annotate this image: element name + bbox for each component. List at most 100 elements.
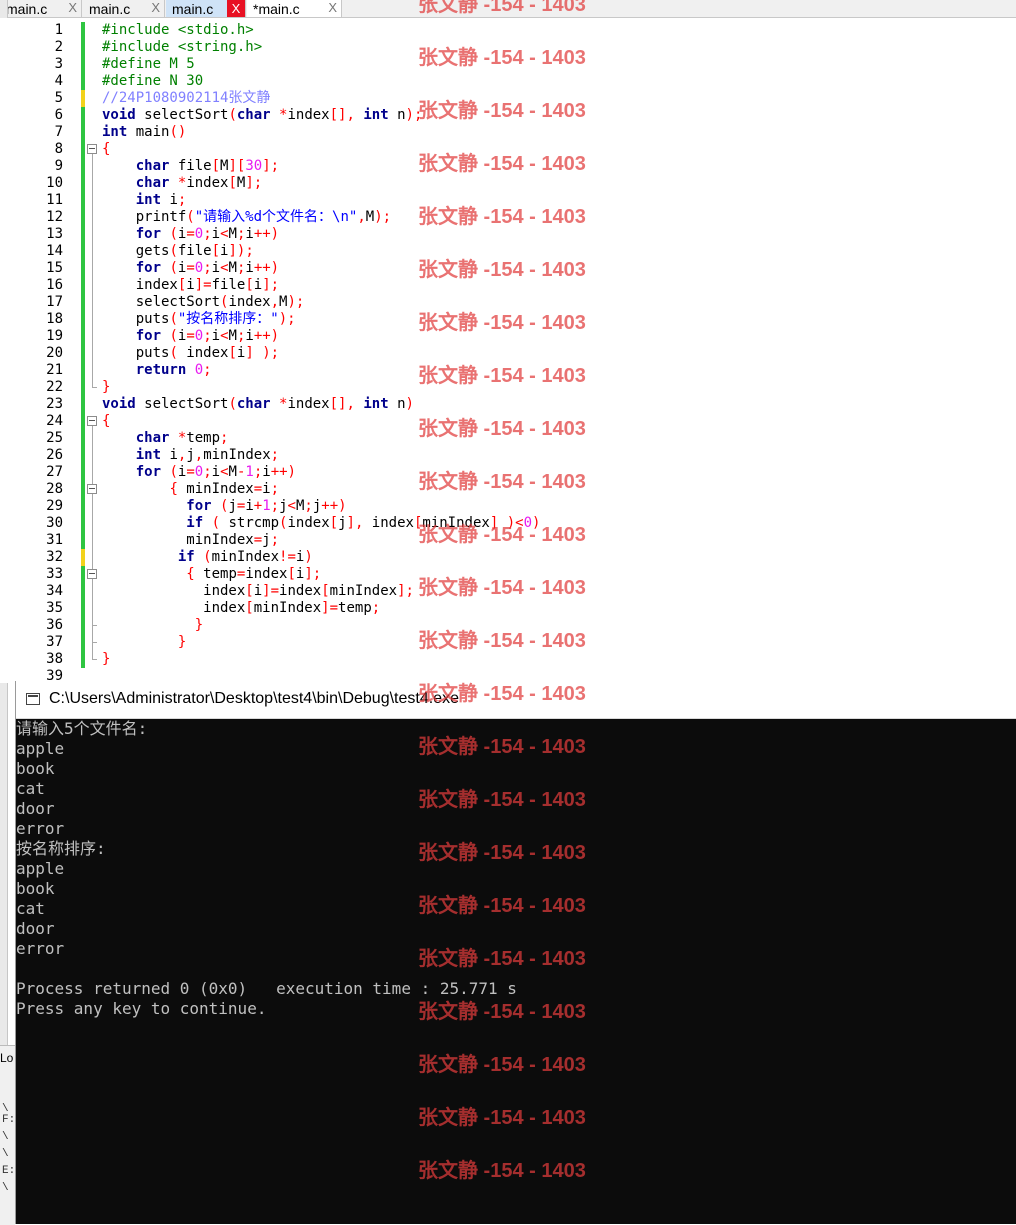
change-marker [81,39,85,56]
change-marker [81,175,85,192]
close-icon[interactable]: X [328,0,337,15]
code-line[interactable]: 23 void selectSort(char *index[], int n) [0,396,1016,413]
code-text: } [102,651,111,667]
change-marker [81,481,85,498]
code-text: selectSort(index,M); [102,294,305,310]
code-text: int main() [102,124,187,140]
line-number: 19 [46,328,63,344]
watermark-text: 张文静 -154 - 1403 [418,948,586,970]
fold-toggle-icon[interactable] [87,416,97,426]
watermark-text: 张文静 -154 - 1403 [418,1001,586,1023]
watermark-text: 张文静 -154 - 1403 [418,736,586,758]
line-number: 37 [46,634,63,650]
log-line: \ [2,1148,9,1160]
line-number: 30 [46,515,63,531]
change-marker [81,549,85,566]
code-text: char *index[M]; [135,175,263,191]
fold-guide [92,154,93,388]
change-marker [81,600,85,617]
change-marker [81,209,85,226]
tab-main-c-3[interactable]: main.c X [166,0,246,17]
line-number: 5 [54,90,63,106]
code-line[interactable]: 38} [0,651,1016,668]
line-number: 22 [46,379,63,395]
change-marker [81,226,85,243]
watermark-text: 张文静 -154 - 1403 [418,365,586,387]
tab-main-c-2[interactable]: main.c X [83,0,165,17]
tab-label: main.c [89,0,131,17]
change-marker [81,362,85,379]
watermark-text: 张文静 -154 - 1403 [418,1160,586,1182]
code-text: index[i]=index[minIndex]; [102,583,414,599]
log-line: \ [2,1182,9,1194]
code-text: int i; [135,192,187,208]
line-number: 36 [46,617,63,633]
code-text: } [194,617,204,633]
watermark-text: 张文静 -154 - 1403 [418,418,586,440]
line-number: 38 [46,651,63,667]
code-line[interactable]: 35 index[minIndex]=temp; [0,600,1016,617]
watermark-text: 张文静 -154 - 1403 [418,1107,586,1129]
line-number: 33 [46,566,63,582]
close-icon[interactable]: X [68,0,77,15]
logs-tab[interactable]: Lo [0,1051,13,1065]
console-window-icon [26,693,40,705]
change-marker [81,498,85,515]
watermark-text: 张文静 -154 - 1403 [418,312,586,334]
tab-main-c-1[interactable]: main.c X [0,0,82,17]
code-line[interactable]: 32 if (minIndex!=i) [0,549,1016,566]
watermark-text: 张文静 -154 - 1403 [418,842,586,864]
code-text: #define N 30 [102,73,204,89]
fold-end [92,659,97,660]
fold-toggle-icon[interactable] [87,144,97,154]
tab-label: main.c [6,0,48,17]
line-number: 1 [54,22,63,38]
close-icon[interactable]: X [227,0,245,17]
code-text: } [102,379,111,395]
change-marker [81,192,85,209]
tab-label: *main.c [253,0,300,17]
code-text: { [102,141,111,157]
change-marker [81,447,85,464]
line-number: 17 [46,294,63,310]
change-marker [81,243,85,260]
watermark-text: 张文静 -154 - 1403 [418,577,586,599]
change-marker [81,107,85,124]
log-line: F: [2,1114,16,1126]
code-line[interactable]: 1 #include <stdio.h> [0,22,1016,39]
code-text: int i,j,minIndex; [135,447,280,463]
line-number: 8 [54,141,63,157]
log-line: \ [2,1131,9,1143]
watermark-text: 张文静 -154 - 1403 [418,683,586,705]
code-line[interactable]: 26 int i,j,minIndex; [0,447,1016,464]
code-text: for (j=i+1;j<M;j++) [186,498,347,514]
line-number: 6 [54,107,63,123]
code-text: index[minIndex]=temp; [102,600,381,616]
line-number: 24 [46,413,63,429]
line-number: 20 [46,345,63,361]
tab-main-c-modified[interactable]: *main.c X [247,0,342,17]
code-line[interactable]: 10 char *index[M]; [0,175,1016,192]
change-marker [81,124,85,141]
change-marker [81,158,85,175]
close-icon[interactable]: X [151,0,160,15]
code-line[interactable]: 4 #define N 30 [0,73,1016,90]
code-text: //24P1080902114张文静 [102,90,271,106]
code-line[interactable]: 29 for (j=i+1;j<M;j++) [0,498,1016,515]
watermark-text: 张文静 -154 - 1403 [418,1054,586,1076]
line-number: 26 [46,447,63,463]
fold-toggle-icon[interactable] [87,569,97,579]
code-line[interactable]: 7 int main() [0,124,1016,141]
change-marker [81,90,85,107]
tab-label: main.c [172,0,214,17]
code-text: printf("请输入%d个文件名：\n",M); [102,209,392,225]
code-text: puts( index[i] ); [102,345,280,361]
fold-toggle-icon[interactable] [87,484,97,494]
change-marker [81,566,85,583]
line-number: 29 [46,498,63,514]
line-number: 34 [46,583,63,599]
code-text: gets(file[i]); [102,243,254,259]
code-text: puts("按名称排序："); [102,311,296,327]
change-marker [81,464,85,481]
fold-end [92,387,97,388]
